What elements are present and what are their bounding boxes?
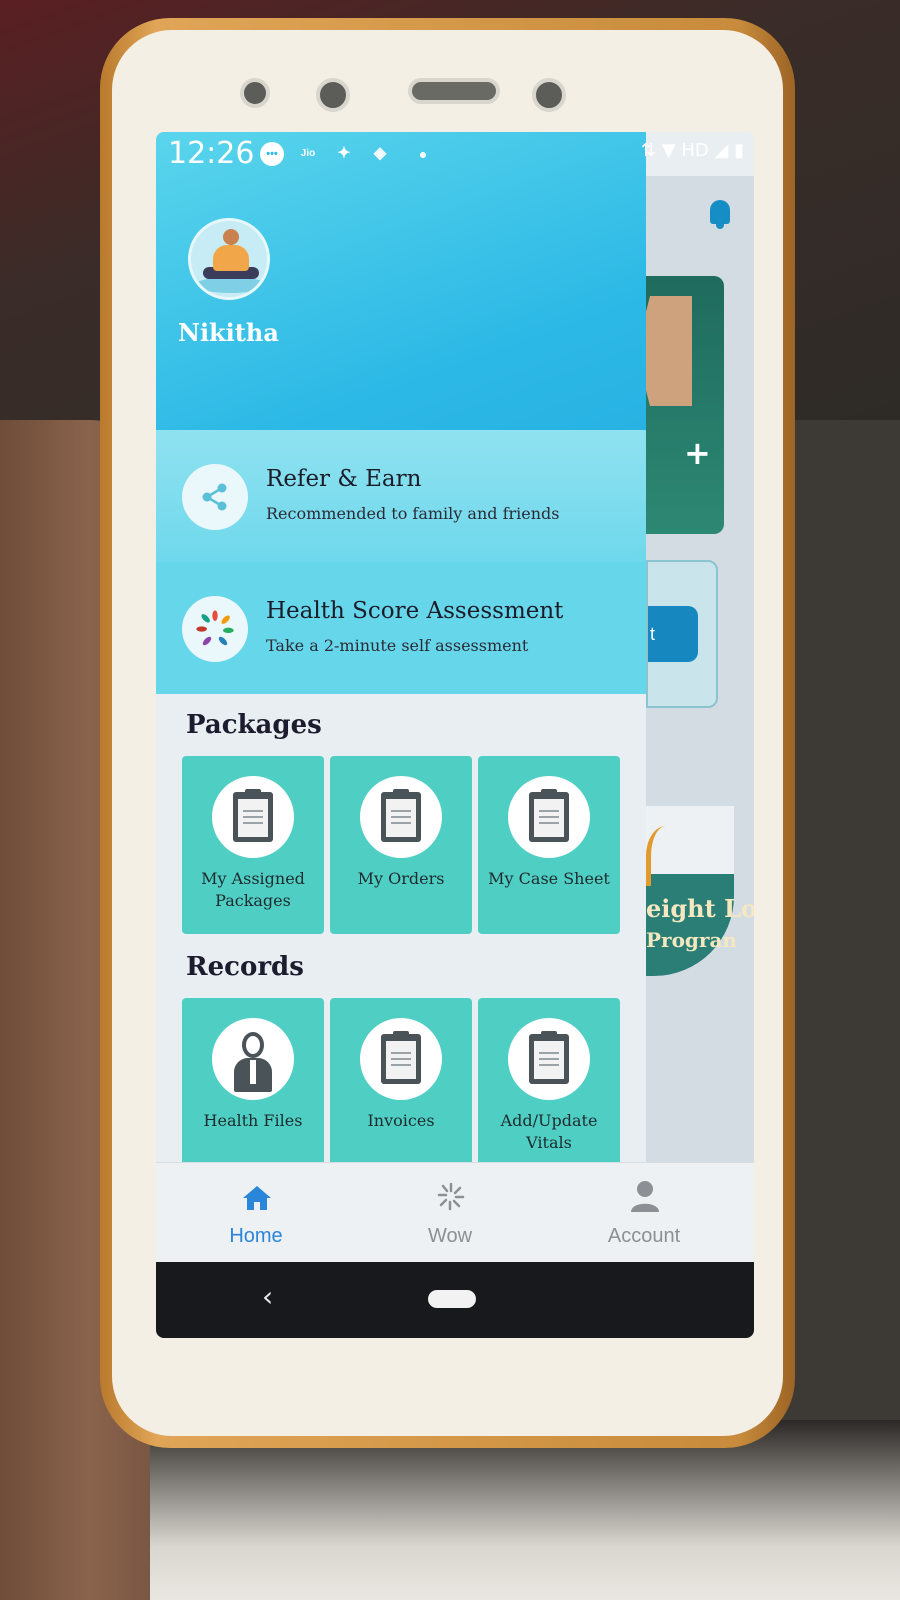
background-card: t xyxy=(646,560,718,708)
phone-screen: + t eight Lo Progran Nikitha Refer & Ear… xyxy=(156,132,754,1338)
tile-my-case-sheet[interactable]: My Case Sheet xyxy=(478,756,620,934)
tile-add-update-vitals[interactable]: Add/Update Vitals xyxy=(478,998,620,1168)
menu-item-health-score[interactable]: Health Score Assessment Take a 2-minute … xyxy=(156,562,646,694)
phone-bezel: + t eight Lo Progran Nikitha Refer & Ear… xyxy=(112,30,783,1436)
home-icon xyxy=(243,1186,271,1210)
runner-logo-icon xyxy=(646,826,686,886)
menu-item-subtitle: Take a 2-minute self assessment xyxy=(266,636,529,655)
health-score-icon xyxy=(182,596,248,662)
tile-label: Invoices xyxy=(367,1111,435,1130)
menu-item-refer-earn[interactable]: Refer & Earn Recommended to family and f… xyxy=(156,430,646,562)
background-card-button[interactable]: t xyxy=(648,606,698,662)
tile-label: Health Files xyxy=(203,1111,303,1130)
home-gesture-pill[interactable] xyxy=(428,1290,476,1308)
clipboard-icon xyxy=(233,789,273,842)
signal-icon: ◢ xyxy=(714,140,729,161)
system-navigation-bar: ‹ xyxy=(156,1262,754,1338)
weight-loss-program-card[interactable]: eight Lo Progran xyxy=(646,806,754,976)
earpiece-speaker xyxy=(408,78,500,104)
clipboard-icon xyxy=(381,789,421,842)
records-section-title: Records xyxy=(186,952,304,982)
tile-health-files[interactable]: Health Files xyxy=(182,998,324,1168)
wifi-icon: ▼ xyxy=(661,140,676,161)
nav-label-home: Home xyxy=(229,1225,283,1247)
avatar[interactable] xyxy=(188,218,270,300)
account-icon xyxy=(631,1181,659,1212)
jio-icon: Jio xyxy=(300,148,316,159)
tile-label: Add/Update Vitals xyxy=(500,1111,598,1152)
notification-bell-icon[interactable] xyxy=(710,200,730,229)
navigation-drawer: Nikitha Refer & Earn Recommended to fami… xyxy=(156,132,646,1168)
user-name: Nikitha xyxy=(178,318,279,347)
tile-my-assigned-packages[interactable]: My Assigned Packages xyxy=(182,756,324,934)
menu-item-subtitle: Recommended to family and friends xyxy=(266,504,560,523)
packages-section-title: Packages xyxy=(186,710,322,740)
hd-label: HD xyxy=(681,140,709,161)
back-icon[interactable]: ‹ xyxy=(262,1280,273,1313)
bottom-navigation: Home Wow Account xyxy=(156,1162,754,1262)
phone-frame: + t eight Lo Progran Nikitha Refer & Ear… xyxy=(100,18,795,1448)
tile-invoices[interactable]: Invoices xyxy=(330,998,472,1168)
app-notification-icon: ✦ xyxy=(337,145,351,162)
more-notifications-dot xyxy=(420,152,426,158)
nav-home[interactable]: Home xyxy=(176,1163,336,1263)
tile-my-orders[interactable]: My Orders xyxy=(330,756,472,934)
menu-item-title: Refer & Earn xyxy=(266,466,422,492)
background-page: + t eight Lo Progran xyxy=(636,176,754,1276)
tile-label: My Assigned Packages xyxy=(201,869,305,910)
clipboard-icon xyxy=(529,789,569,842)
program-subtitle-fragment: Progran xyxy=(646,928,737,952)
share-icon xyxy=(182,464,248,530)
tile-label: My Case Sheet xyxy=(488,869,610,888)
front-sensor xyxy=(240,78,270,108)
data-arrows-icon: ⇅ xyxy=(640,140,657,161)
program-title-fragment: eight Lo xyxy=(646,894,754,923)
nav-label-wow: Wow xyxy=(427,1225,473,1247)
message-icon: ••• xyxy=(260,142,284,166)
status-right-icons: ⇅ ▼ HD ◢ ▮ xyxy=(641,140,744,161)
menu-item-title: Health Score Assessment xyxy=(266,598,564,624)
drawer-header: Nikitha xyxy=(156,132,646,430)
nav-account[interactable]: Account xyxy=(564,1163,724,1263)
front-sensor-right xyxy=(532,78,566,112)
status-time: 12:26 xyxy=(168,136,255,171)
clipboard-icon xyxy=(381,1031,421,1084)
wow-icon xyxy=(437,1182,465,1211)
clipboard-icon xyxy=(529,1031,569,1084)
plus-icon: + xyxy=(684,434,711,472)
front-camera xyxy=(316,78,350,112)
promo-banner[interactable]: + xyxy=(636,276,724,534)
status-bar: 12:26 ••• Jio ✦ ◈ ⇅ ▼ HD ◢ ▮ xyxy=(156,132,754,176)
nav-label-account: Account xyxy=(607,1225,681,1247)
tile-label: My Orders xyxy=(357,869,445,888)
nav-wow[interactable]: Wow xyxy=(370,1163,530,1263)
battery-icon: ▮ xyxy=(734,140,744,161)
shield-icon: ◈ xyxy=(373,145,387,162)
